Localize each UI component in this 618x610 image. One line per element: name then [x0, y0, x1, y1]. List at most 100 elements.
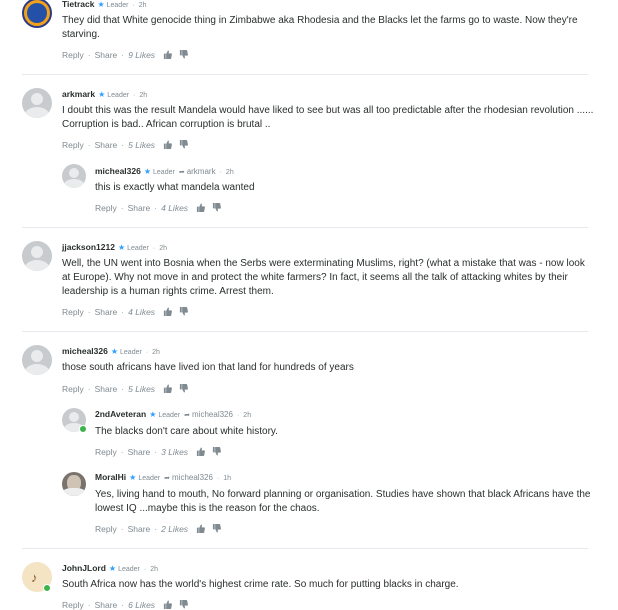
thumbs-down-icon[interactable] — [179, 140, 188, 149]
comment-time[interactable]: 2h — [226, 169, 234, 176]
thumbs-down-icon[interactable] — [179, 600, 188, 609]
user-placeholder-icon — [30, 245, 44, 259]
separator-dot: · — [120, 447, 124, 457]
separator-dot: · — [87, 140, 91, 150]
online-status-icon — [79, 425, 87, 433]
thumbs-up-icon[interactable] — [196, 447, 206, 456]
comment-author[interactable]: micheal326 — [62, 346, 108, 356]
star-icon: ★ — [98, 90, 106, 99]
likes-count[interactable]: 4 Likes — [161, 203, 188, 213]
avatar[interactable] — [22, 241, 52, 271]
reply-button[interactable]: Reply — [62, 600, 84, 610]
thumbs-down-icon[interactable] — [179, 384, 188, 393]
likes-count[interactable]: 3 Likes — [161, 447, 188, 457]
separator-dot: · — [133, 92, 136, 99]
leader-badge: Leader — [127, 245, 149, 252]
avatar[interactable] — [22, 0, 52, 28]
reply-to-user[interactable]: arkmark — [187, 167, 216, 176]
thumbs-up-icon[interactable] — [163, 600, 173, 609]
reply-button[interactable]: Reply — [62, 140, 84, 150]
comment-text: South Africa now has the world's highest… — [62, 579, 459, 590]
comment-time[interactable]: 2h — [159, 245, 167, 252]
likes-count[interactable]: 5 Likes — [128, 140, 155, 150]
comment-time[interactable]: 2h — [243, 412, 251, 419]
comment-author[interactable]: 2ndAveteran — [95, 409, 146, 419]
reply-button[interactable]: Reply — [62, 307, 84, 317]
comment-author[interactable]: arkmark — [62, 89, 95, 99]
comment-author[interactable]: micheal326 — [95, 166, 141, 176]
thumbs-down-icon[interactable] — [179, 50, 188, 59]
share-button[interactable]: Share — [95, 384, 118, 394]
avatar[interactable] — [22, 88, 52, 118]
share-button[interactable]: Share — [95, 140, 118, 150]
user-placeholder-icon — [30, 92, 44, 106]
comment-time[interactable]: 2h — [152, 349, 160, 356]
reply-button[interactable]: Reply — [95, 203, 117, 213]
reply-to-link[interactable]: ➦ micheal326 — [164, 473, 213, 482]
separator-dot: · — [121, 50, 125, 60]
reply-to-link[interactable]: ➦ micheal326 — [184, 410, 233, 419]
reply-button[interactable]: Reply — [95, 447, 117, 457]
thumbs-up-icon[interactable] — [163, 384, 173, 393]
share-button[interactable]: Share — [95, 600, 118, 610]
reply-to-link[interactable]: ➦ arkmark — [179, 167, 216, 176]
avatar[interactable] — [22, 345, 52, 375]
comment-time[interactable]: 2h — [139, 92, 147, 99]
separator-dot: · — [121, 140, 125, 150]
comment-text: They did that White genocide thing in Zi… — [62, 15, 578, 40]
separator-dot: · — [216, 475, 220, 482]
thumbs-up-icon[interactable] — [163, 140, 173, 149]
avatar[interactable] — [62, 472, 86, 496]
likes-count[interactable]: 9 Likes — [128, 50, 155, 60]
share-button[interactable]: Share — [95, 307, 118, 317]
separator-dot: · — [120, 203, 124, 213]
comment-author[interactable]: MoralHi — [95, 472, 126, 482]
comment-time[interactable]: 1h — [223, 475, 231, 482]
leader-badge: Leader — [120, 349, 142, 356]
comment-text: I doubt this was the result Mandela woul… — [62, 105, 594, 130]
reply-button[interactable]: Reply — [62, 50, 84, 60]
reply-to-user[interactable]: micheal326 — [172, 473, 213, 482]
comment-author[interactable]: JohnJLord — [62, 563, 106, 573]
star-icon: ★ — [117, 243, 126, 252]
thumbs-up-icon[interactable] — [163, 307, 173, 316]
separator-dot: · — [87, 307, 91, 317]
thumbs-down-icon[interactable] — [212, 447, 221, 456]
likes-count[interactable]: 4 Likes — [128, 307, 155, 317]
guitar-icon: ♪ — [31, 570, 38, 585]
reply-arrow-icon: ➦ — [184, 412, 191, 419]
leader-badge: Leader — [158, 412, 181, 419]
reply-to-user[interactable]: micheal326 — [192, 410, 233, 419]
share-button[interactable]: Share — [95, 50, 118, 60]
online-status-icon — [43, 584, 51, 592]
separator-dot: · — [121, 307, 125, 317]
thumbs-up-icon[interactable] — [163, 50, 173, 59]
divider — [22, 74, 588, 75]
share-button[interactable]: Share — [128, 524, 151, 534]
reply-button[interactable]: Reply — [95, 524, 117, 534]
thumbs-up-icon[interactable] — [196, 203, 206, 212]
likes-count[interactable]: 2 Likes — [161, 524, 188, 534]
comment-author[interactable]: jjackson1212 — [62, 242, 115, 252]
share-button[interactable]: Share — [128, 447, 151, 457]
likes-count[interactable]: 5 Likes — [128, 384, 155, 394]
divider — [22, 227, 588, 228]
star-icon: ★ — [143, 167, 152, 176]
comment-time[interactable]: 2h — [139, 2, 147, 9]
reply-button[interactable]: Reply — [62, 384, 84, 394]
leader-badge: Leader — [138, 475, 161, 482]
thumbs-up-icon[interactable] — [196, 524, 206, 533]
separator-dot: · — [143, 566, 147, 573]
thumbs-down-icon[interactable] — [212, 203, 221, 212]
separator-dot: · — [87, 384, 91, 394]
reply-arrow-icon: ➦ — [164, 475, 171, 482]
avatar[interactable] — [62, 164, 86, 188]
comment-author[interactable]: Tietrack — [62, 0, 94, 9]
comment-time[interactable]: 2h — [150, 566, 158, 573]
thumbs-down-icon[interactable] — [179, 307, 188, 316]
likes-count[interactable]: 6 Likes — [128, 600, 155, 610]
divider — [22, 331, 588, 332]
leader-badge: Leader — [118, 566, 140, 573]
share-button[interactable]: Share — [128, 203, 151, 213]
thumbs-down-icon[interactable] — [212, 524, 221, 533]
